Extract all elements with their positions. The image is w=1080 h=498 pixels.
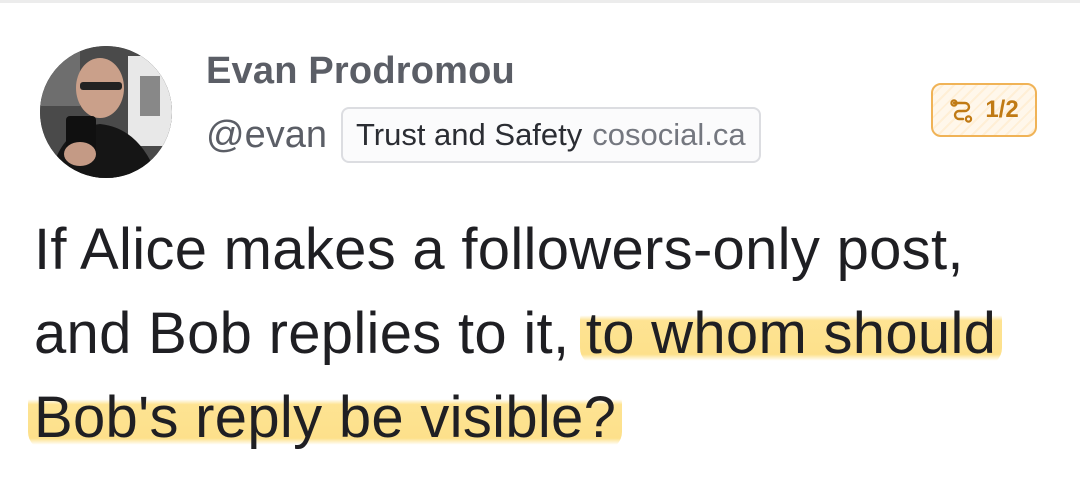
server-name: Trust and Safety — [355, 117, 583, 152]
top-divider — [0, 0, 1080, 3]
server-domain-chip[interactable]: Trust and Safety cosocial.ca — [340, 107, 761, 163]
thread-count-badge[interactable]: 1/2 — [931, 83, 1037, 137]
author-handle-row: @evan Trust and Safety cosocial.ca — [206, 104, 761, 166]
avatar[interactable] — [40, 46, 172, 178]
server-host: cosocial.ca — [592, 117, 746, 152]
thread-icon — [949, 97, 975, 123]
author-display-name[interactable]: Evan Prodromou — [206, 50, 515, 93]
post-body: If Alice makes a followers-only post, an… — [28, 208, 1064, 460]
author-handle[interactable]: @evan — [206, 114, 327, 157]
avatar-photo — [40, 46, 172, 178]
thread-count: 1/2 — [985, 96, 1019, 123]
